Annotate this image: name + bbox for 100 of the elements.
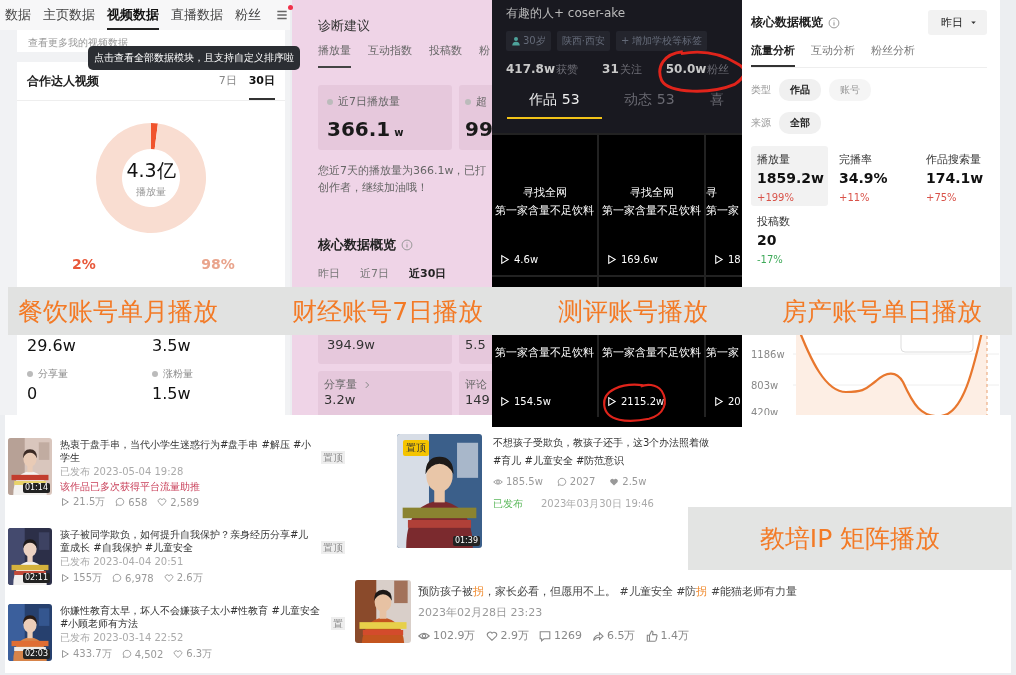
section-title: 核心数据概览 (318, 236, 396, 254)
stat-value: 149 (465, 392, 491, 407)
tab[interactable]: 流量分析 (751, 39, 795, 67)
tab[interactable]: 粉丝分析 (871, 39, 915, 67)
stat-value: 3.2w (324, 392, 357, 407)
video-title: 孩子被同学欺负，如何提升自我保护？亲身经历分享#儿童成长 #自我保护 #儿童安全 (60, 528, 310, 554)
metric-label: 投稿数 (757, 214, 791, 229)
profile-name: 有趣的人+ coser-ake (506, 5, 627, 22)
pinned-tag: 置顶 (321, 451, 345, 464)
video-title: 预防孩子被拐，家长必看，但愿用不上。 #儿童安全 #防拐 #能猫老师有力量 (418, 584, 798, 599)
stat-value: 50.0w (665, 62, 707, 76)
stat-count: 2.9万 (500, 628, 529, 643)
tab[interactable]: 播放量 (318, 43, 351, 68)
metric-value: 174.1w (926, 170, 985, 186)
stat-count: 6.5万 (607, 628, 636, 643)
filter-chip[interactable]: 作品 (779, 79, 821, 101)
section-title: 核心数据概览 (751, 14, 823, 31)
stat-count: 658 (128, 496, 148, 508)
legend-dot (152, 371, 158, 377)
comment-icon (539, 629, 551, 642)
advice-text: 创作者，继续加油哦！ (318, 180, 429, 196)
metric-value: 29.6w (27, 336, 77, 355)
video-title: 寻找全网 (521, 185, 568, 201)
caption: 教培IP 矩阵播放 (688, 507, 1012, 570)
stat-label: 分享量 (324, 377, 357, 392)
stat-count: 102.9万 (433, 628, 476, 643)
metric-label: 分享量 (38, 367, 68, 381)
caret-icon (969, 18, 978, 27)
play-count: 4.6w (514, 254, 539, 265)
play-icon (499, 396, 510, 407)
stat-value: 394.9w (327, 337, 376, 352)
metric-change: -17% (757, 254, 783, 265)
section-title: 诊断建议 (318, 18, 371, 33)
publish-time: 已发布 2023-05-04 19:28 (60, 465, 185, 479)
period-tab[interactable]: 30日 (248, 62, 275, 100)
date-range-dropdown[interactable]: 昨日 (928, 10, 987, 35)
axis-tick: 803w (751, 380, 779, 391)
filter-label: 类型 (751, 83, 771, 97)
stat-label: 获赞 (556, 62, 579, 77)
tab[interactable]: 粉 (479, 43, 490, 68)
comment-icon (115, 497, 126, 507)
period-tab[interactable]: 近30日 (409, 266, 447, 281)
filter-chip[interactable]: 全部 (779, 112, 821, 134)
play-icon (606, 254, 617, 265)
tab[interactable]: 互动指数 (368, 43, 412, 68)
heart-icon (609, 476, 620, 487)
video-title: 寻找全网 (628, 185, 675, 201)
stat-count: 2027 (569, 476, 596, 487)
caption: 餐饮账号单月播放 (18, 295, 218, 328)
heart-icon (485, 629, 498, 642)
profile-tag: 陕西·西安 (556, 31, 610, 51)
video-title: 第一家含量不足饮料 (601, 345, 702, 361)
card-title: 合作达人视频 (27, 72, 99, 90)
stat-count: 6.3万 (186, 647, 213, 661)
metric-label: 涨粉量 (163, 367, 193, 381)
play-count: 154.5w (514, 396, 551, 407)
video-title: 热衷于盘手串，当代小学生迷惑行为#盘手串 #解压 #小学生 (60, 438, 313, 464)
metric-card[interactable]: 作品搜索量 174.1w +75% (920, 146, 1000, 206)
advice-text: 您近7天的播放量为366.1w，已打 (318, 163, 488, 179)
stat-label: 粉丝 (707, 62, 730, 77)
legend-dot (465, 98, 471, 105)
tab[interactable]: 互动分析 (811, 39, 855, 67)
publish-time: 2023年03月30日 19:46 (541, 497, 654, 511)
video-title: 寻 (706, 185, 718, 201)
stat-value: 366.1 (327, 117, 391, 141)
publish-time: 已发布 2023-04-04 20:51 (60, 555, 185, 569)
publish-status: 已发布 (493, 497, 523, 511)
metric-value: 1.5w (152, 384, 192, 403)
chevron-right-icon (362, 379, 372, 390)
stat-value: 5.5 (465, 337, 487, 352)
metric-value: 34.9% (839, 170, 889, 186)
play-icon (499, 254, 510, 265)
stat-label: 评论 (465, 377, 487, 392)
play-icon (60, 573, 70, 583)
stat-count: 433.7万 (73, 647, 112, 661)
menu-icon (275, 8, 289, 22)
metric-card[interactable]: 播放量 1859.2w +199% (751, 146, 828, 206)
metric-label: 作品搜索量 (926, 152, 982, 167)
total-value: 4.3亿 (126, 157, 176, 183)
tab[interactable]: 数据 (5, 0, 31, 30)
period-tab[interactable]: 昨日 (318, 266, 340, 281)
tab[interactable]: 作品 53 (507, 91, 602, 119)
metric-card[interactable]: 投稿数 20 -17% (751, 208, 828, 268)
tab[interactable]: 粉丝 (235, 0, 261, 30)
stat-value: 99 (465, 117, 492, 141)
video-title: 第一家含量不足饮料 (494, 345, 595, 361)
pinned-tag: 置顶 (321, 541, 345, 554)
stat-count: 155万 (73, 571, 103, 585)
play-count: 20 (728, 396, 741, 407)
tab[interactable]: 投稿数 (429, 43, 462, 68)
filter-label: 来源 (751, 116, 771, 130)
heart-icon (163, 573, 174, 583)
video-title: 第一家 (706, 345, 740, 361)
tab[interactable]: 主页数据 (43, 0, 95, 30)
tab[interactable]: 直播数据 (171, 0, 223, 30)
metric-card[interactable]: 完播率 34.9% +11% (833, 146, 915, 206)
stat-count: 1269 (554, 629, 582, 642)
heart-icon (173, 649, 184, 659)
thumbs-up-icon (645, 629, 658, 642)
metric-label: 播放量 (757, 152, 791, 167)
